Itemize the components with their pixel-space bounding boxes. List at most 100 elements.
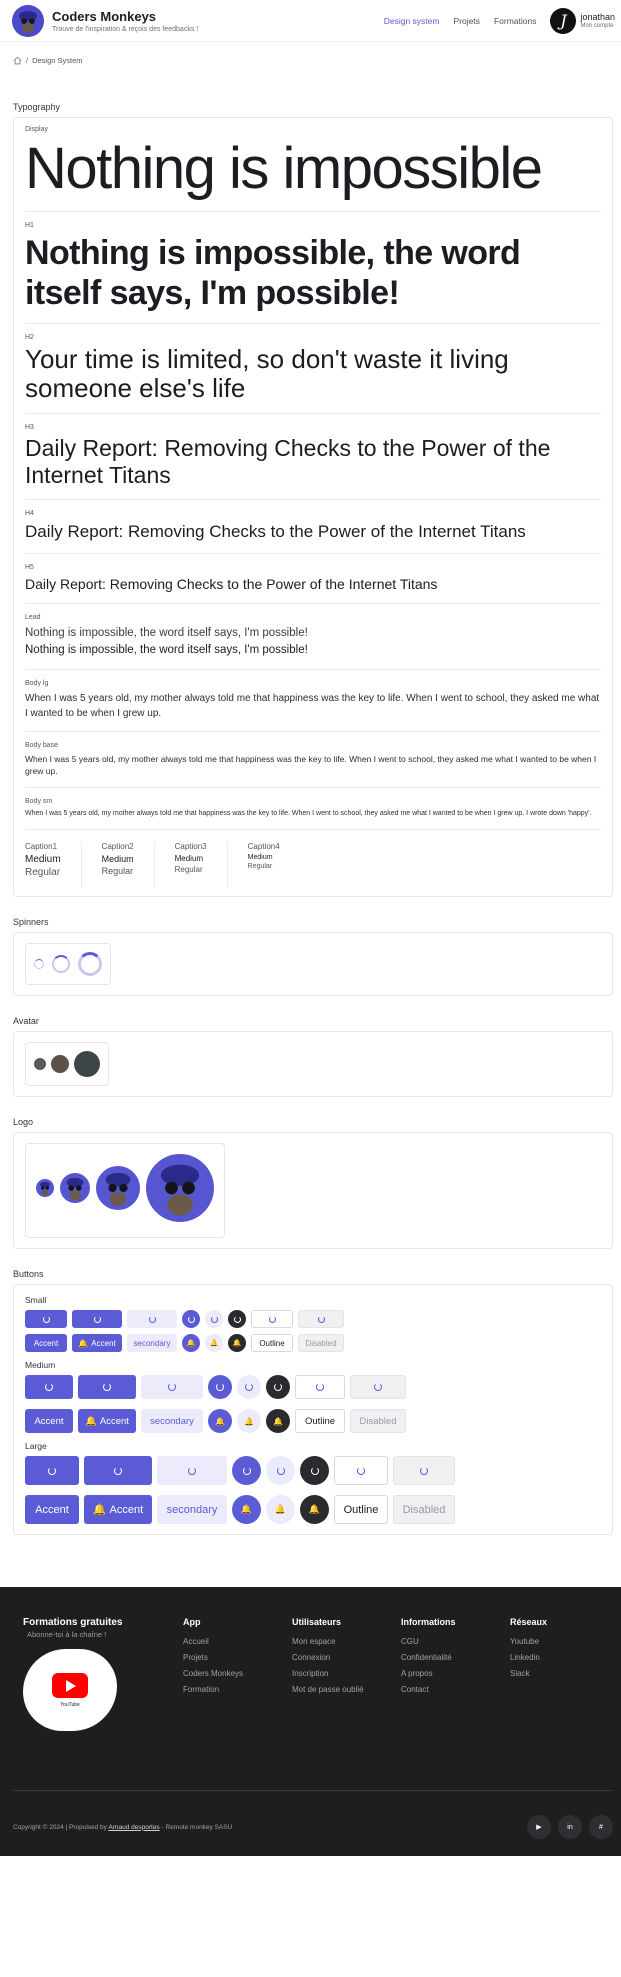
accent-icon-button[interactable]: 🔔 Accent [78,1409,136,1433]
accent-loading-button[interactable] [25,1375,73,1399]
accent-button[interactable]: Accent [25,1409,73,1433]
secondary-bell-button[interactable]: 🔔 [237,1409,261,1433]
dark-bell-button[interactable]: 🔔 [300,1495,329,1524]
footer-link[interactable]: Confidentialité [401,1653,510,1662]
accent-icon-loading-button[interactable] [72,1310,122,1328]
secondary-button[interactable]: secondary [127,1334,177,1352]
footer-link[interactable]: Accueil [183,1637,292,1646]
accent-button[interactable]: Accent [25,1495,79,1524]
accent-icon-loading-button[interactable] [232,1456,261,1485]
outline-loading-button[interactable] [251,1310,293,1328]
home-icon[interactable] [13,56,22,67]
disabled-button[interactable]: Disabled [350,1409,406,1433]
footer-link[interactable]: Projets [183,1653,292,1662]
disabled-loading-button[interactable] [393,1456,455,1485]
accent-icon-loading-button[interactable] [78,1375,136,1399]
monkey-logo-icon [36,1179,54,1202]
dark-icon-loading-button[interactable] [266,1375,290,1399]
secondary-bell-button[interactable]: 🔔 [266,1495,295,1524]
avatars-box [25,1042,109,1086]
brand-name: Coders Monkeys [52,8,157,24]
monkey-logo-icon [60,1173,90,1208]
secondary-loading-button[interactable] [127,1310,177,1328]
monkey-logo-icon [12,4,44,37]
disabled-button[interactable]: Disabled [298,1334,344,1352]
bell-icon: 🔔 [92,1504,107,1516]
accent-icon-button[interactable]: 🔔 Accent [72,1334,122,1352]
caption-regular: Regular [247,863,273,870]
nav-formations[interactable]: Formations [494,16,537,26]
dark-icon-loading-button[interactable] [228,1310,246,1328]
footer-link[interactable]: Linkedin [510,1653,610,1662]
outline-button[interactable]: Outline [251,1334,293,1352]
button-row-medium: Accent 🔔 Accent secondary 🔔 🔔 🔔 Outline D… [25,1409,601,1433]
linkedin-icon[interactable]: in [558,1815,582,1839]
slack-icon[interactable]: # [589,1815,613,1839]
footer-link[interactable]: Coders Monkeys [183,1669,292,1678]
footer-link[interactable]: Contact [401,1685,510,1694]
footer-link[interactable]: Mon espace [292,1637,401,1646]
buttons-section: Buttons Small Accent 🔔 Accent secondary 🔔… [0,1269,621,1535]
footer-bottom: Copyright © 2024 | Propulsed by Arnaud d… [13,1815,613,1839]
accent-loading-button[interactable] [25,1310,67,1328]
secondary-icon-loading-button[interactable] [205,1310,223,1328]
spinners-box [25,943,111,985]
caption-medium: Medium [101,854,134,864]
body-sm-label: Body sm [25,798,53,805]
secondary-button[interactable]: secondary [157,1495,227,1524]
disabled-button[interactable]: Disabled [393,1495,455,1524]
accent-icon-loading-button[interactable] [84,1456,152,1485]
accent-button[interactable]: Accent [25,1334,67,1352]
footer-link[interactable]: A propos [401,1669,510,1678]
logos-box [25,1143,225,1238]
outline-button[interactable]: Outline [334,1495,388,1524]
user-menu[interactable]: J jonathan Mon compte [550,7,615,34]
outline-button[interactable]: Outline [295,1409,345,1433]
dark-bell-button[interactable]: 🔔 [228,1334,246,1352]
footer-link[interactable]: CGU [401,1637,510,1646]
youtube-icon[interactable]: ▶ [527,1815,551,1839]
nav-projets[interactable]: Projets [453,16,479,26]
outline-loading-button[interactable] [334,1456,388,1485]
nav-design-system[interactable]: Design system [384,16,440,26]
caption-regular: Regular [25,867,61,878]
footer-column-title: App [183,1617,201,1627]
spinner-large [78,952,102,976]
accent-icon-loading-button[interactable] [182,1310,200,1328]
caption-name: Caption1 [25,842,58,851]
accent-icon-loading-button[interactable] [208,1375,232,1399]
accent-icon-button[interactable]: 🔔 Accent [84,1495,152,1524]
body-sm-sample: When I was 5 years old, my mother always… [25,810,592,817]
footer-link[interactable]: Slack [510,1669,610,1678]
author-link[interactable]: Arnaud desportes [108,1824,159,1831]
section-title-avatar: Avatar [13,1016,39,1026]
body-lg-label: Body lg [25,680,49,687]
secondary-button[interactable]: secondary [141,1409,203,1433]
disabled-loading-button[interactable] [350,1375,406,1399]
secondary-bell-button[interactable]: 🔔 [205,1334,223,1352]
h2-label: H2 [25,334,34,341]
footer-link[interactable]: Formation [183,1685,292,1694]
accent-bell-button[interactable]: 🔔 [182,1334,200,1352]
brand[interactable]: Coders Monkeys Trouve de l'inspiration &… [12,4,198,37]
bell-icon: 🔔 [209,1340,219,1347]
footer-link[interactable]: Youtube [510,1637,610,1646]
outline-loading-button[interactable] [295,1375,345,1399]
footer-link[interactable]: Mot de passe oublié [292,1685,401,1694]
accent-loading-button[interactable] [25,1456,79,1485]
disabled-loading-button[interactable] [298,1310,344,1328]
display-sample: Nothing is impossible [25,136,543,201]
display-label: Display [25,126,48,133]
youtube-card[interactable]: YouTube [23,1649,117,1731]
secondary-icon-loading-button[interactable] [237,1375,261,1399]
dark-bell-button[interactable]: 🔔 [266,1409,290,1433]
footer-link[interactable]: Inscription [292,1669,401,1678]
accent-bell-button[interactable]: 🔔 [232,1495,261,1524]
accent-bell-button[interactable]: 🔔 [208,1409,232,1433]
footer-link[interactable]: Connexion [292,1653,401,1662]
h3-sample: Daily Report: Removing Checks to the Pow… [25,435,551,488]
secondary-loading-button[interactable] [157,1456,227,1485]
dark-icon-loading-button[interactable] [300,1456,329,1485]
secondary-icon-loading-button[interactable] [266,1456,295,1485]
secondary-loading-button[interactable] [141,1375,203,1399]
